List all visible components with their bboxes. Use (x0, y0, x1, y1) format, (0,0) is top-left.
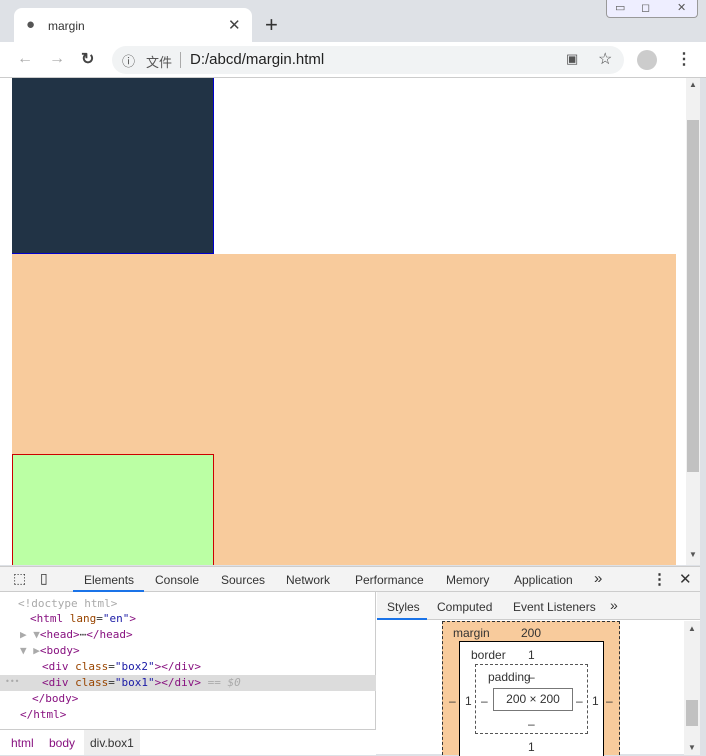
tab-elements[interactable]: Elements (84, 573, 134, 587)
minimize-button[interactable]: ▭ (615, 1, 625, 14)
url-prefix: 文件 (146, 55, 173, 70)
address-bar[interactable]: ⓘ 文件 D:/abcd/margin.html ▣ ☆ (112, 46, 624, 74)
content-size[interactable]: 200 × 200 (493, 688, 573, 711)
browser-tab[interactable]: ● margin ✕ (14, 8, 252, 44)
tab-application[interactable]: Application (514, 573, 573, 587)
scrollbar-thumb[interactable] (686, 700, 698, 726)
styles-panel: Styles Computed Event Listeners » margin… (377, 592, 700, 756)
dom-html[interactable]: <html lang="en"> (30, 612, 136, 625)
box2 (12, 78, 214, 254)
menu-icon[interactable]: ⋮ (676, 49, 692, 69)
back-icon[interactable]: ← (17, 50, 33, 68)
padding-left-value[interactable]: – (481, 694, 488, 708)
devtools-toolbar: ⬚ ▯ Elements Console Sources Network Per… (0, 567, 700, 592)
box-model-border: border 1 1 1 1 padding – – – – 200 × 200 (459, 641, 604, 756)
margin-right-value[interactable]: – (606, 694, 613, 708)
globe-icon: ● (26, 16, 36, 33)
padding-top-value[interactable]: – (528, 670, 535, 684)
padding-right-value[interactable]: – (576, 694, 583, 708)
row-dots[interactable]: ••• (5, 677, 19, 686)
box-model-margin: margin 200 – – border 1 1 1 1 padding – … (442, 621, 620, 756)
tab-console[interactable]: Console (155, 573, 199, 587)
translate-icon[interactable]: ▣ (566, 51, 578, 67)
margin-top-value[interactable]: 200 (521, 626, 541, 640)
star-icon[interactable]: ☆ (598, 49, 612, 69)
device-icon[interactable]: ▯ (40, 570, 48, 587)
scrollbar-thumb[interactable] (687, 120, 699, 472)
tab-styles[interactable]: Styles (387, 600, 420, 614)
dom-head[interactable]: ▶ ▼<head>⋯</head> (20, 628, 133, 641)
breadcrumb-body[interactable]: body (49, 736, 75, 750)
dom-div-box2[interactable]: <div class="box2"></div> (42, 660, 201, 673)
tab-event-listeners[interactable]: Event Listeners (513, 600, 596, 614)
tab-title: margin (48, 19, 85, 33)
more-tabs-button[interactable]: » (594, 570, 602, 587)
margin-left-value[interactable]: – (449, 694, 456, 708)
close-tab-icon[interactable]: ✕ (228, 16, 241, 34)
breadcrumb-html[interactable]: html (11, 736, 34, 750)
window-controls: ▭ ◻ ✕ (606, 0, 698, 18)
avatar[interactable] (637, 50, 657, 70)
dom-body[interactable]: ▼ ▶<body> (20, 644, 80, 657)
page-scrollbar[interactable]: ▲ ▼ (686, 78, 700, 565)
more-styles-tabs[interactable]: » (610, 597, 618, 613)
border-bottom-value[interactable]: 1 (528, 740, 535, 754)
styles-tabbar: Styles Computed Event Listeners » (377, 592, 700, 620)
tab-sources[interactable]: Sources (221, 573, 265, 587)
url-text[interactable]: D:/abcd/margin.html (190, 51, 324, 68)
dom-div-box1[interactable]: <div class="box1"></div> == $0 (42, 676, 241, 689)
border-top-value[interactable]: 1 (528, 648, 535, 662)
reload-icon[interactable]: ↻ (81, 49, 94, 69)
forward-icon[interactable]: → (49, 50, 65, 68)
breadcrumb: html body div.box1 (0, 729, 376, 755)
elements-panel: <!doctype html> <html lang="en"> ▶ ▼<hea… (0, 592, 376, 755)
dom-doctype[interactable]: <!doctype html> (18, 597, 117, 610)
styles-scrollbar[interactable]: ▲ ▼ (684, 621, 700, 755)
inspect-icon[interactable]: ⬚ (13, 570, 26, 587)
info-icon[interactable]: ⓘ (122, 51, 135, 70)
close-window-button[interactable]: ✕ (677, 1, 686, 14)
border-left-value[interactable]: 1 (465, 694, 472, 708)
dom-body-close[interactable]: </body> (32, 692, 78, 705)
browser-toolbar: ← → ↻ ⓘ 文件 D:/abcd/margin.html ▣ ☆ ⋮ (0, 42, 706, 78)
maximize-button[interactable]: ◻ (641, 1, 650, 14)
breadcrumb-div-box1[interactable]: div.box1 (84, 730, 140, 755)
page-viewport (0, 78, 686, 565)
devtools: ⬚ ▯ Elements Console Sources Network Per… (0, 566, 700, 756)
dom-html-close[interactable]: </html> (20, 708, 66, 721)
tab-performance[interactable]: Performance (355, 573, 424, 587)
box-model-padding: padding – – – – 200 × 200 (475, 664, 588, 734)
tab-memory[interactable]: Memory (446, 573, 489, 587)
devtools-menu-icon[interactable]: ⋮ (652, 570, 667, 588)
divider (180, 52, 181, 68)
active-tab-indicator (377, 618, 427, 620)
new-tab-button[interactable]: + (265, 12, 278, 38)
box1 (12, 454, 214, 565)
padding-bottom-value[interactable]: – (528, 717, 535, 731)
tab-computed[interactable]: Computed (437, 600, 492, 614)
tab-network[interactable]: Network (286, 573, 330, 587)
border-right-value[interactable]: 1 (592, 694, 599, 708)
close-devtools-icon[interactable]: ✕ (679, 570, 692, 588)
